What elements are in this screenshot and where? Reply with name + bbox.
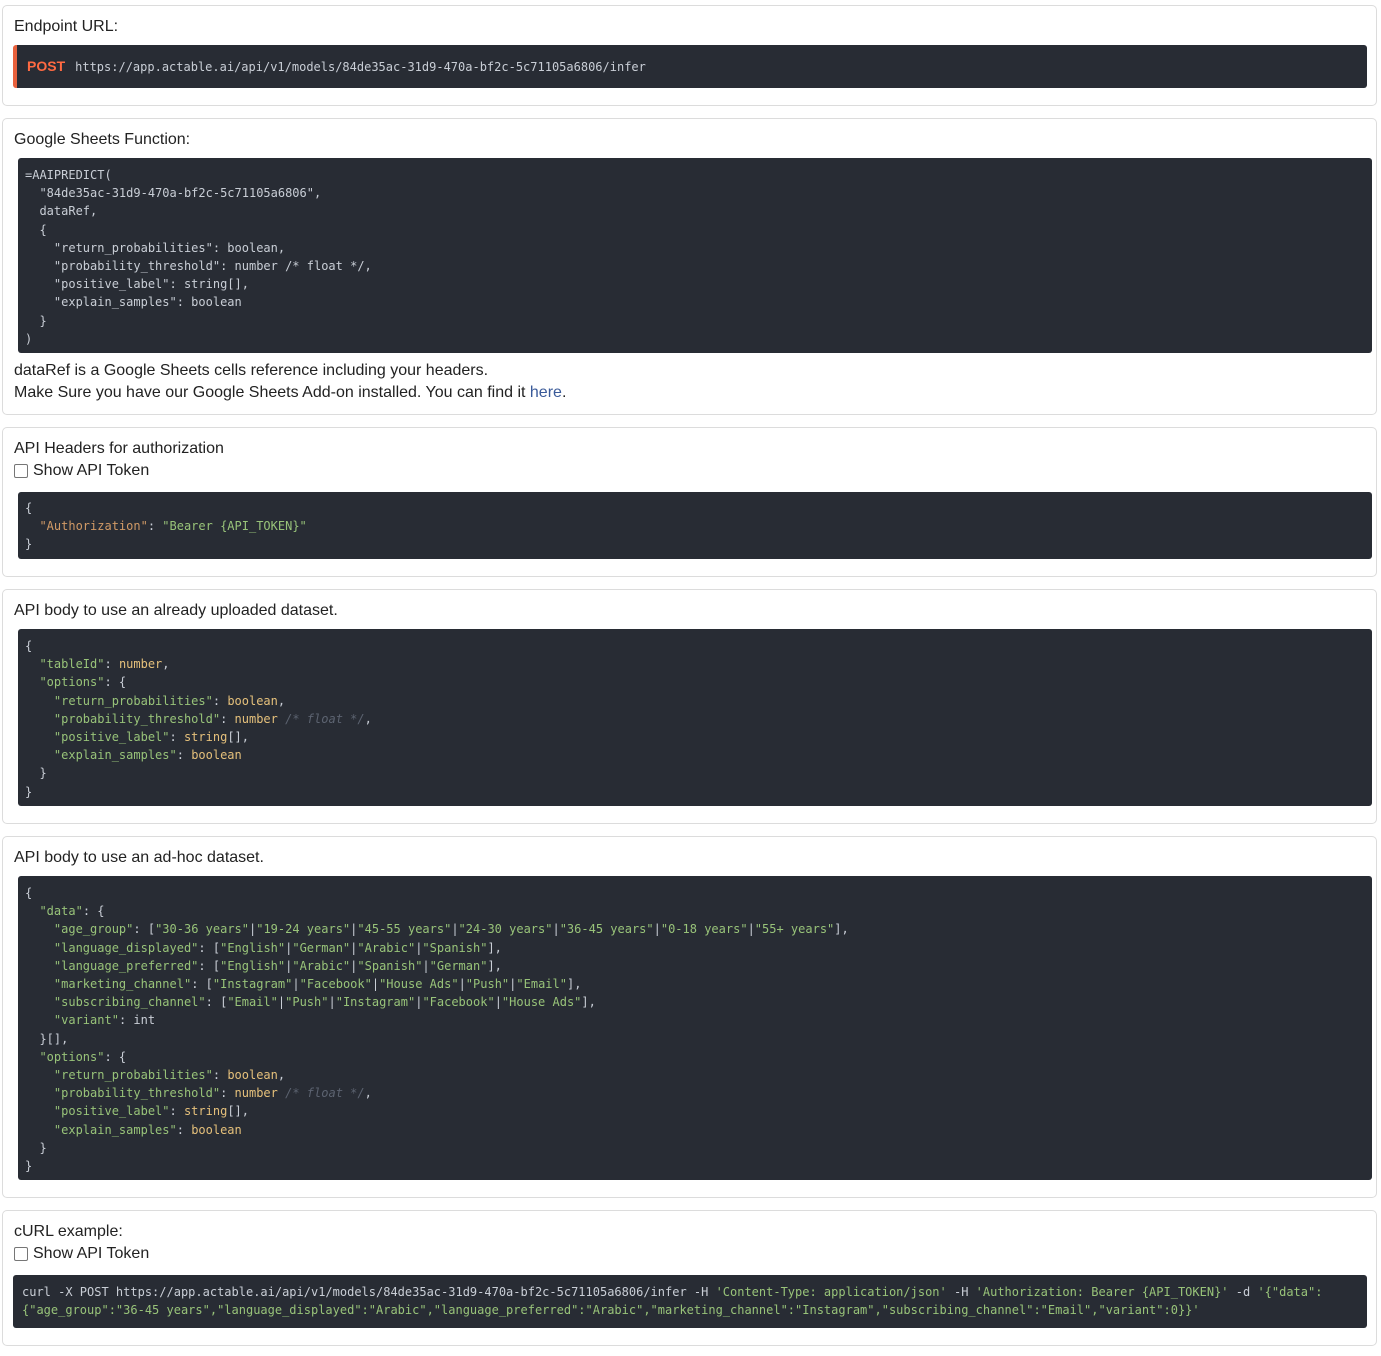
addon-link[interactable]: here — [530, 384, 562, 401]
curl-content-type: 'Content-Type: application/json' — [715, 1285, 947, 1299]
curl-command: curl -X POST https://app.actable.ai/api/… — [22, 1285, 716, 1299]
dataref-note: dataRef is a Google Sheets cells referen… — [14, 362, 489, 379]
endpoint-title: Endpoint URL: — [14, 18, 119, 35]
curl-code-block[interactable]: curl -X POST https://app.actable.ai/api/… — [13, 1275, 1367, 1328]
addon-note: Make Sure you have our Google Sheets Add… — [14, 382, 566, 404]
sheets-code-line: "return_probabilities": boolean, — [53, 240, 286, 255]
show-token-checkbox[interactable] — [14, 464, 28, 478]
endpoint-card: Endpoint URL: POST https://app.actable.ai… — [2, 5, 1377, 106]
sheets-title: Google Sheets Function: — [14, 131, 191, 148]
sheets-code-line: "84de35ac-31d9-470a-bf2c-5c71105a6806", — [39, 186, 322, 201]
sheets-code-block[interactable]: =AAIPREDICT( "84de35ac-31d9-470a-bf2c-5c… — [18, 158, 1372, 353]
sheets-code-line: "probability_threshold": number /* float… — [53, 259, 372, 274]
sheets-code-line: ) — [25, 331, 33, 346]
http-method-badge: POST — [27, 58, 66, 74]
curl-data-body: {"age_group":"36-45 years","language_dis… — [22, 1303, 1200, 1318]
curl-auth-header: 'Authorization: Bearer {API_TOKEN}' — [975, 1285, 1229, 1299]
show-token-toggle[interactable]: Show API Token — [14, 462, 149, 480]
curl-show-token-checkbox[interactable] — [14, 1247, 28, 1261]
curl-d-flag: -d — [1228, 1285, 1258, 1299]
adhoc-title: API body to use an ad-hoc dataset. — [14, 849, 264, 866]
endpoint-url: https://app.actable.ai/api/v1/models/84d… — [75, 60, 646, 74]
headers-card: API Headers for authorization Show API T… — [2, 427, 1377, 577]
sheets-code-line: "explain_samples": boolean — [53, 295, 242, 310]
uploaded-code-block[interactable]: { "tableId": number, "options": { "retur… — [18, 629, 1372, 806]
endpoint-url-box[interactable]: POST https://app.actable.ai/api/v1/models… — [13, 45, 1367, 88]
uploaded-title: API body to use an already uploaded data… — [14, 602, 338, 619]
adhoc-code-block[interactable]: { "data": { "age_group": ["30-36 years"|… — [18, 876, 1372, 1180]
sheets-code-line: =AAIPREDICT( — [25, 168, 112, 182]
curl-data-start: '{"data": — [1257, 1285, 1323, 1299]
sheets-code-line: dataRef, — [39, 204, 98, 219]
curl-title: cURL example: — [14, 1223, 123, 1240]
curl-h-flag: -H — [946, 1285, 976, 1299]
uploaded-card: API body to use an already uploaded data… — [2, 589, 1377, 824]
headers-title: API Headers for authorization — [14, 440, 224, 457]
sheets-code-line: { — [39, 222, 47, 237]
show-token-label: Show API Token — [33, 462, 150, 479]
adhoc-card: API body to use an ad-hoc dataset. { "da… — [2, 836, 1377, 1198]
auth-key: "Authorization" — [39, 519, 148, 534]
sheets-code-line: "positive_label": string[], — [53, 277, 249, 292]
addon-note-text: Make Sure you have our Google Sheets Add… — [14, 384, 530, 401]
sheets-card: Google Sheets Function: =AAIPREDICT( "84… — [2, 118, 1377, 415]
curl-show-token-label: Show API Token — [33, 1245, 150, 1262]
headers-code-block[interactable]: { "Authorization": "Bearer {API_TOKEN}" … — [18, 492, 1372, 559]
sheets-code-line: } — [39, 313, 47, 328]
curl-show-token-toggle[interactable]: Show API Token — [14, 1245, 149, 1263]
addon-note-suffix: . — [561, 384, 567, 401]
auth-value: "Bearer {API_TOKEN}" — [162, 519, 307, 534]
curl-card: cURL example: Show API Token curl -X POS… — [2, 1210, 1377, 1346]
